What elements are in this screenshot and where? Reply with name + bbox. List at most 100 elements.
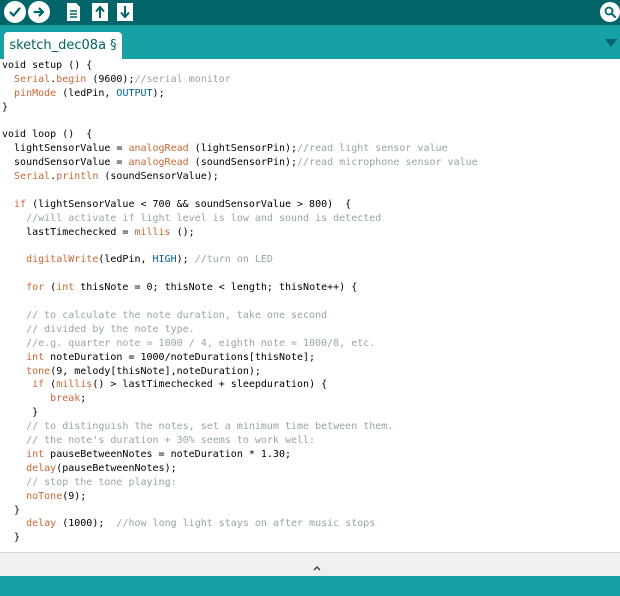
code-token: } xyxy=(2,407,39,419)
code-line[interactable]: lightSensorValue = analogRead (lightSens… xyxy=(2,142,478,156)
new-button[interactable] xyxy=(62,1,84,23)
code-token: HIGH xyxy=(152,254,177,266)
code-line[interactable]: ​ xyxy=(2,240,478,254)
code-token: println xyxy=(56,171,99,183)
code-token: //e.g. quarter note = 1000 / 4, eighth n… xyxy=(26,337,376,349)
code-line[interactable]: // to distinguish the notes, set a minim… xyxy=(2,420,478,434)
code-token: Serial xyxy=(14,73,51,85)
code-token: pinMode xyxy=(14,87,57,99)
code-token: if xyxy=(32,379,45,391)
code-token: (9); xyxy=(62,490,87,502)
code-editor[interactable]: void setup () { Serial.begin (9600);//se… xyxy=(0,59,620,552)
serial-monitor-button[interactable] xyxy=(600,2,620,22)
code-line[interactable]: for (int thisNote = 0; thisNote < length… xyxy=(2,281,478,295)
code-line[interactable]: // stop the tone playing: xyxy=(2,476,478,490)
code-line[interactable]: } xyxy=(2,101,478,115)
check-icon xyxy=(9,7,21,17)
code-token: noTone xyxy=(26,490,63,502)
chevron-up-icon[interactable] xyxy=(313,565,321,571)
code-line[interactable]: tone(9, melody[thisNote],noteDuration); xyxy=(2,365,478,379)
code-token: int xyxy=(26,448,45,460)
code-line[interactable]: //will activate if light level is low an… xyxy=(2,212,478,226)
code-token: ); xyxy=(176,254,195,266)
code-line[interactable]: ​ xyxy=(2,184,478,198)
code-token: (lightSensorPin); xyxy=(188,143,298,155)
code-line[interactable]: if (millis() > lastTimechecked + sleepdu… xyxy=(2,378,478,392)
code-line[interactable]: int pauseBetweenNotes = noteDuration * 1… xyxy=(2,448,478,462)
code-line[interactable]: } xyxy=(2,406,478,420)
code-token: millis xyxy=(134,226,171,238)
code-line[interactable]: delay (1000); //how long light stays on … xyxy=(2,517,478,531)
code-token: ( xyxy=(44,282,57,294)
code-token: // divided by the note type. xyxy=(26,323,195,335)
code-line[interactable]: lastTimechecked = millis (); xyxy=(2,226,478,240)
arrow-down-icon xyxy=(117,3,133,21)
code-line[interactable]: noTone(9); xyxy=(2,490,478,504)
code-token: begin xyxy=(56,73,87,85)
arrow-right-icon xyxy=(33,7,45,17)
code-line[interactable]: ​ xyxy=(2,295,478,309)
code-token: (pauseBetweenNotes); xyxy=(56,462,177,474)
tab-sketch[interactable]: sketch_dec08a § xyxy=(4,32,122,59)
tab-bar: sketch_dec08a § xyxy=(0,25,620,59)
console-splitter[interactable] xyxy=(0,552,620,576)
code-token: Serial xyxy=(14,171,51,183)
code-token: (ledPin, xyxy=(56,87,117,99)
code-line[interactable]: void setup () { xyxy=(2,59,478,73)
arrow-up-icon xyxy=(92,3,108,21)
code-token: OUTPUT xyxy=(116,87,153,99)
save-button[interactable] xyxy=(114,1,136,23)
code-token: noteDuration = 1000/noteDurations[thisNo… xyxy=(44,351,316,363)
code-token: int xyxy=(56,282,75,294)
code-token: (ledPin, xyxy=(98,254,153,266)
code-token: if xyxy=(14,198,27,210)
open-button[interactable] xyxy=(89,1,111,23)
code-line[interactable]: } xyxy=(2,504,478,518)
code-line[interactable]: break; xyxy=(2,392,478,406)
code-line[interactable]: ​ xyxy=(2,115,478,129)
code-line[interactable]: Serial.println (soundSensorValue); xyxy=(2,170,478,184)
code-text[interactable]: void setup () { Serial.begin (9600);//se… xyxy=(2,59,478,545)
code-token: millis xyxy=(56,379,93,391)
code-line[interactable]: } xyxy=(2,531,478,545)
code-line[interactable]: Serial.begin (9600);//serial monitor xyxy=(2,73,478,87)
code-line[interactable]: int noteDuration = 1000/noteDurations[th… xyxy=(2,351,478,365)
code-token: thisNote = 0; thisNote < length; thisNot… xyxy=(74,282,358,294)
code-token: //read light sensor value xyxy=(297,143,448,155)
code-token: delay xyxy=(26,462,57,474)
code-line[interactable]: if (lightSensorValue < 700 && soundSenso… xyxy=(2,198,478,212)
code-token: } xyxy=(2,532,21,544)
code-line[interactable]: //e.g. quarter note = 1000 / 4, eighth n… xyxy=(2,337,478,351)
code-token: (); xyxy=(170,226,195,238)
code-line[interactable]: // divided by the note type. xyxy=(2,323,478,337)
verify-button[interactable] xyxy=(4,1,26,23)
code-line[interactable]: // the note's duration + 30% seems to wo… xyxy=(2,434,478,448)
code-token: // to distinguish the notes, set a minim… xyxy=(26,421,394,433)
code-token: (lightSensorValue < 700 && soundSensorVa… xyxy=(26,198,352,210)
triangle-down-icon[interactable] xyxy=(604,37,618,49)
code-line[interactable]: pinMode (ledPin, OUTPUT); xyxy=(2,87,478,101)
code-token: (9600); xyxy=(86,73,135,85)
code-token: ); xyxy=(152,87,165,99)
code-token: } xyxy=(2,101,9,113)
code-token: analogRead xyxy=(128,157,189,169)
code-line[interactable]: void loop () { xyxy=(2,128,478,142)
code-token: analogRead xyxy=(128,143,189,155)
code-line[interactable]: soundSensorValue = analogRead (soundSens… xyxy=(2,156,478,170)
code-line[interactable]: digitalWrite(ledPin, HIGH); //turn on LE… xyxy=(2,253,478,267)
code-line[interactable]: // to calculate the note duration, take … xyxy=(2,309,478,323)
code-line[interactable]: ​ xyxy=(2,267,478,281)
upload-button[interactable] xyxy=(28,1,50,23)
code-line[interactable]: delay(pauseBetweenNotes); xyxy=(2,462,478,476)
